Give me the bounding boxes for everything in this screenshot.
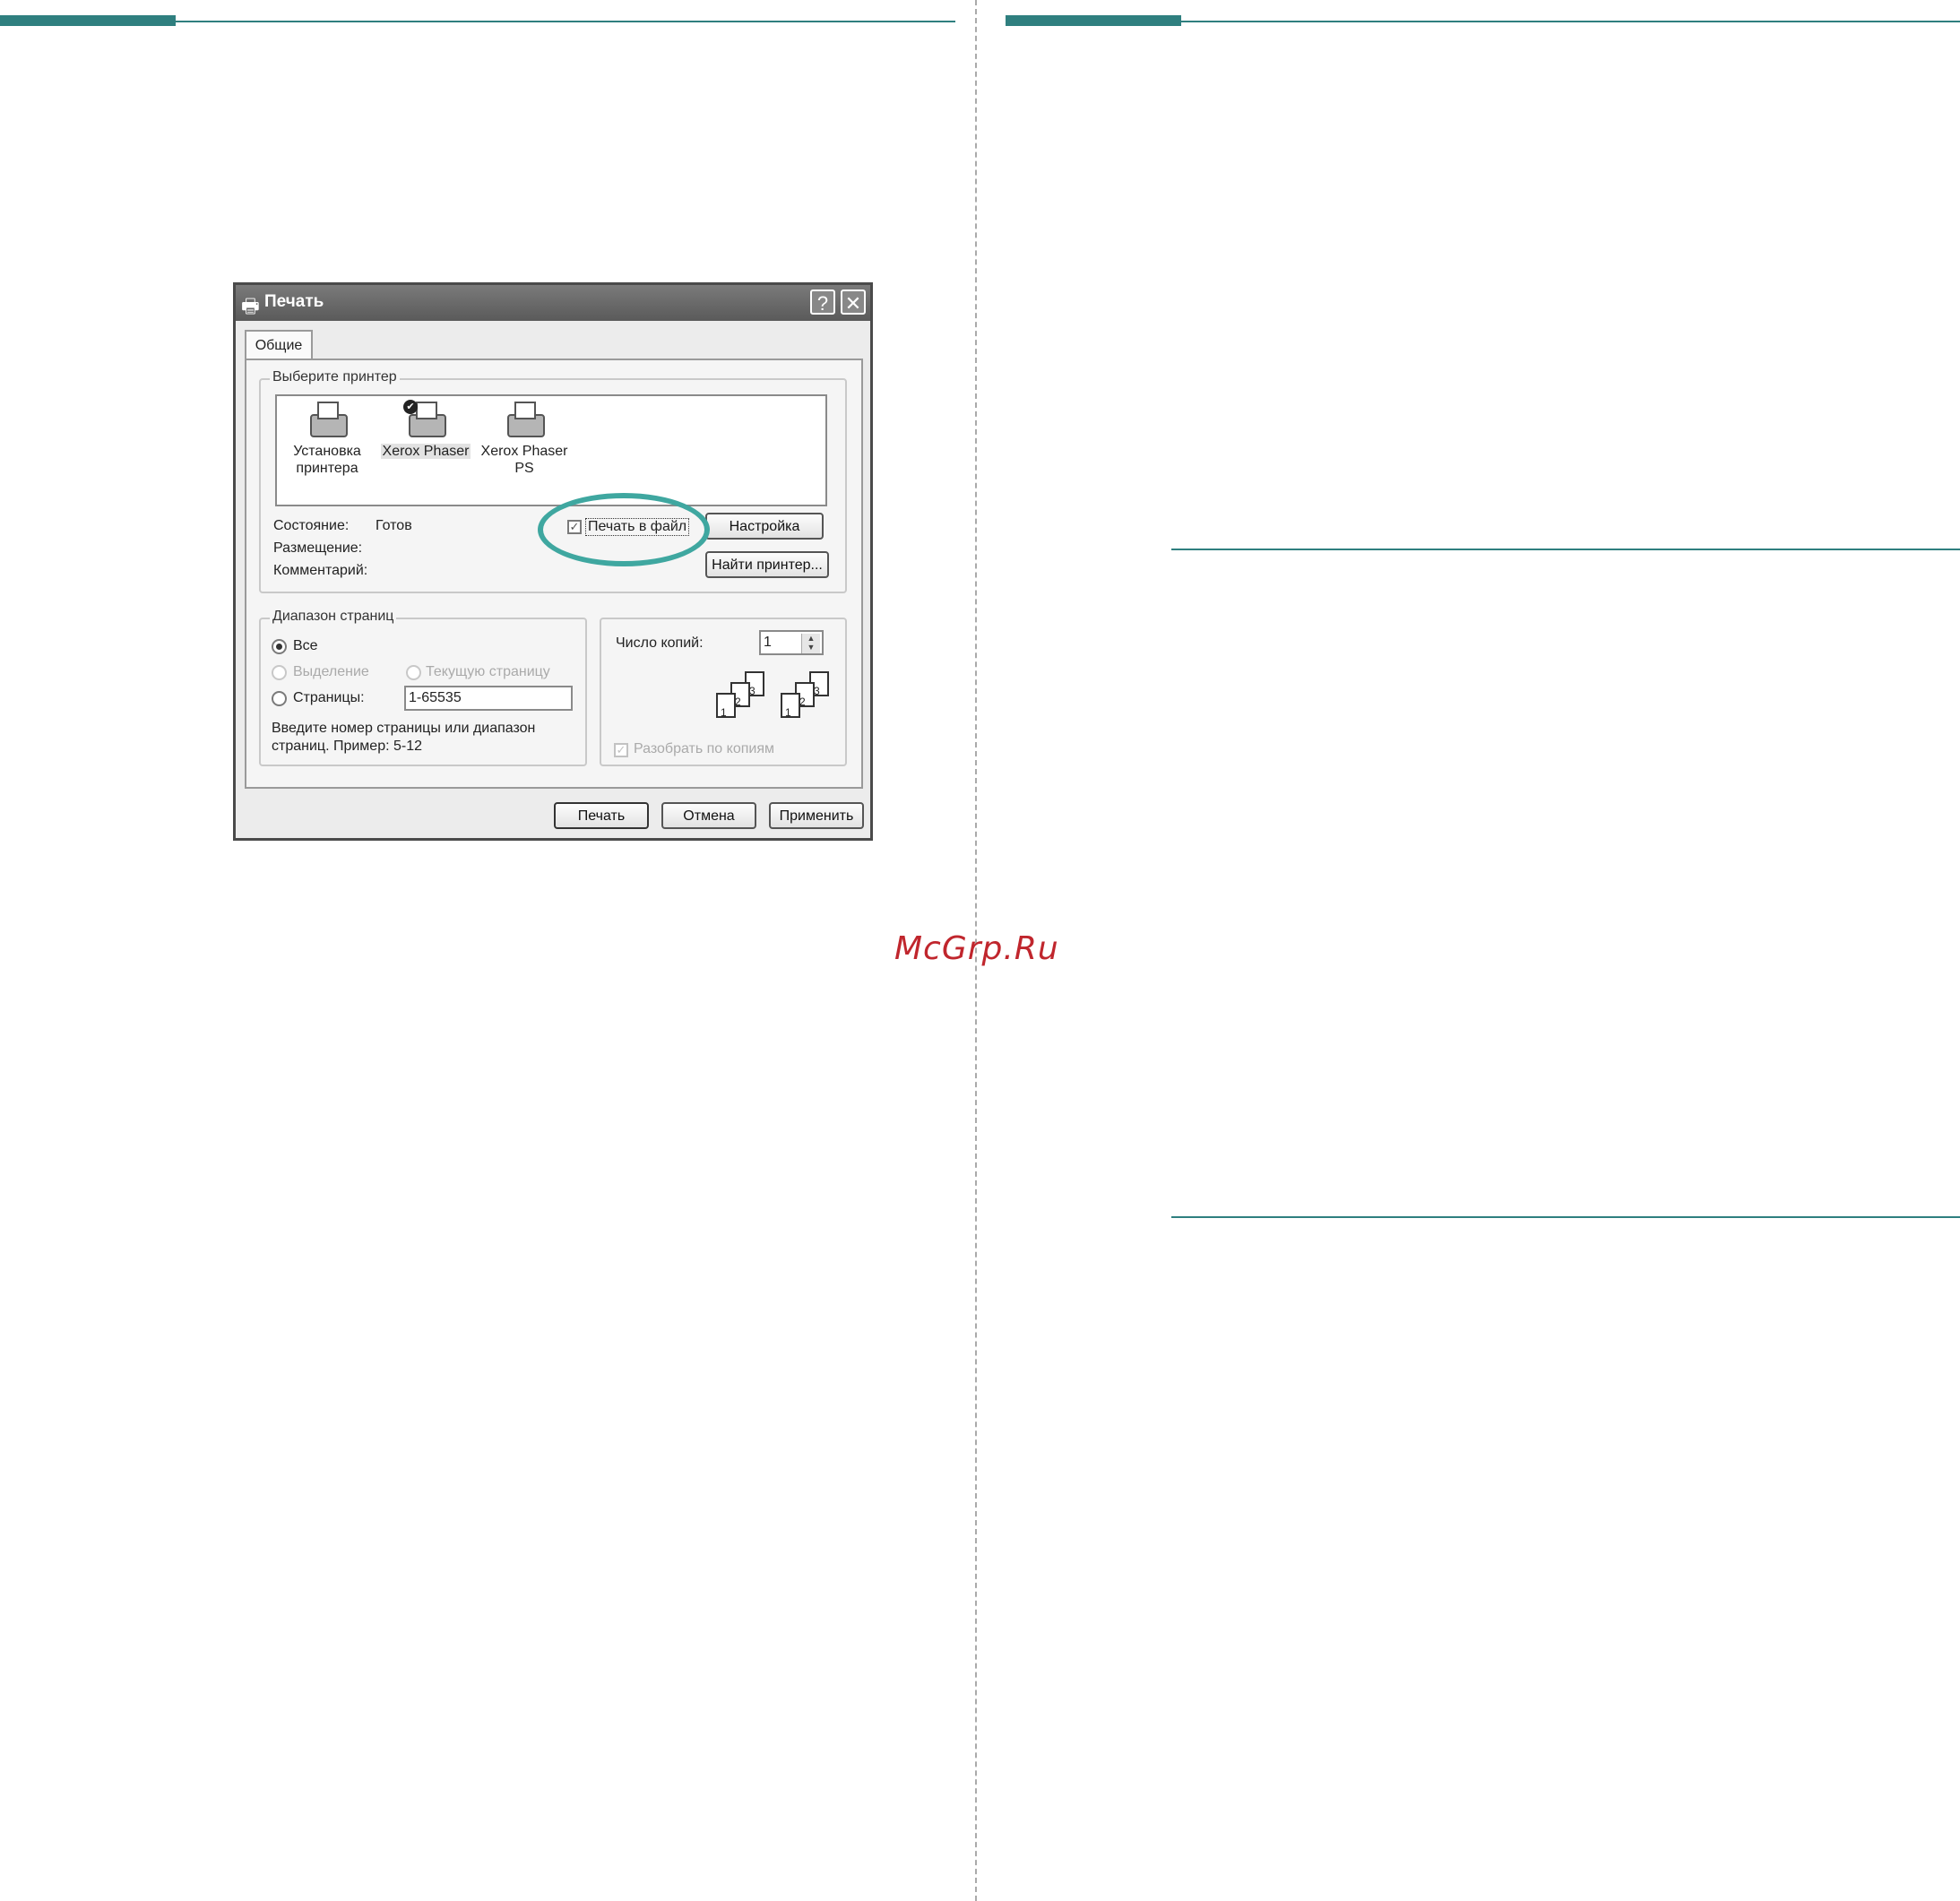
printer-group: Выберите принтер Установка принтера ✔ Xe… — [259, 369, 847, 593]
page-range-group: Диапазон страниц Все Выделение Текущую с… — [259, 609, 587, 766]
range-selection-label[interactable]: Выделение — [293, 664, 369, 680]
header-rule-left — [176, 21, 955, 22]
collate-page-1: 1 — [716, 693, 736, 719]
copies-value: 1 — [764, 635, 772, 650]
printer-icon: ✔ — [403, 400, 446, 441]
printer-icon — [504, 400, 545, 441]
add-printer-icon — [307, 400, 348, 441]
printer-group-label: Выберите принтер — [270, 369, 400, 385]
collate-checkbox[interactable]: ✓ — [614, 743, 628, 757]
section-rule-1 — [1171, 549, 1960, 550]
print-dialog: 🖶 Печать ? ✕ Общие Выберите принтер Уста… — [233, 282, 873, 841]
collate-label[interactable]: Разобрать по копиям — [634, 741, 774, 757]
printer-item-label-2: принтера — [296, 461, 358, 476]
cancel-button[interactable]: Отмена — [661, 802, 756, 829]
tab-general[interactable]: Общие — [245, 330, 313, 359]
printer-item-add[interactable]: Установка принтера — [281, 400, 374, 477]
range-all-radio[interactable] — [272, 639, 287, 654]
status-label: Состояние: — [273, 518, 350, 533]
page-range-group-label: Диапазон страниц — [270, 609, 397, 625]
range-all-label[interactable]: Все — [293, 638, 318, 654]
find-printer-button[interactable]: Найти принтер... — [705, 551, 829, 578]
range-selection-radio[interactable] — [272, 665, 287, 680]
printer-item-label: Xerox Phaser — [380, 444, 471, 459]
header-rule-right — [1181, 21, 1960, 22]
range-hint-line1: Введите номер страницы или диапазон — [272, 721, 536, 736]
location-label: Размещение: — [273, 540, 363, 556]
range-pages-radio[interactable] — [272, 691, 287, 706]
copies-group: Число копий: 1 ▲ ▼ 3 2 1 3 2 1 ✓ Разобрат… — [600, 618, 847, 766]
printer-item-label: Xerox Phaser — [480, 444, 568, 459]
section-rule-2 — [1171, 1216, 1960, 1218]
collate-icon: 3 2 1 3 2 1 — [709, 671, 834, 725]
range-current-page-label[interactable]: Текущую страницу — [426, 664, 550, 680]
printer-list: Установка принтера ✔ Xerox Phaser Xerox … — [275, 394, 827, 506]
range-current-page-radio[interactable] — [406, 665, 421, 680]
settings-button[interactable]: Настройка — [705, 513, 824, 540]
help-button[interactable]: ? — [810, 289, 835, 315]
collate-page-1b: 1 — [781, 693, 800, 719]
status-value: Готов — [376, 518, 412, 533]
copies-spinner-icon[interactable]: ▲ ▼ — [801, 634, 820, 653]
header-rule-accent-right — [1006, 15, 1181, 26]
printer-item-label: Установка — [293, 444, 361, 459]
range-hint-line2: страниц. Пример: 5-12 — [272, 739, 422, 754]
copies-label: Число копий: — [616, 635, 704, 651]
printer-icon: 🖶 — [241, 295, 260, 317]
title-bar[interactable]: 🖶 Печать ? ✕ — [236, 285, 870, 321]
range-pages-label[interactable]: Страницы: — [293, 690, 365, 706]
pages-input[interactable]: 1-65535 — [404, 686, 573, 711]
printer-item-label-2: PS — [514, 461, 534, 476]
watermark: McGrp.Ru — [894, 930, 1059, 967]
copies-input[interactable]: 1 ▲ ▼ — [759, 630, 824, 655]
header-rule-accent-left — [0, 15, 176, 26]
print-button[interactable]: Печать — [554, 802, 649, 829]
highlight-oval — [538, 493, 710, 566]
tab-panel-general: Выберите принтер Установка принтера ✔ Xe… — [245, 359, 863, 789]
printer-item-xerox-phaser[interactable]: ✔ Xerox Phaser — [379, 400, 472, 460]
default-check-icon: ✔ — [403, 400, 418, 414]
apply-button[interactable]: Применить — [769, 802, 864, 829]
close-button[interactable]: ✕ — [841, 289, 866, 315]
comment-label: Комментарий: — [273, 563, 368, 578]
printer-item-xerox-phaser-ps[interactable]: Xerox Phaser PS — [478, 400, 571, 477]
dialog-title: Печать — [264, 292, 324, 311]
